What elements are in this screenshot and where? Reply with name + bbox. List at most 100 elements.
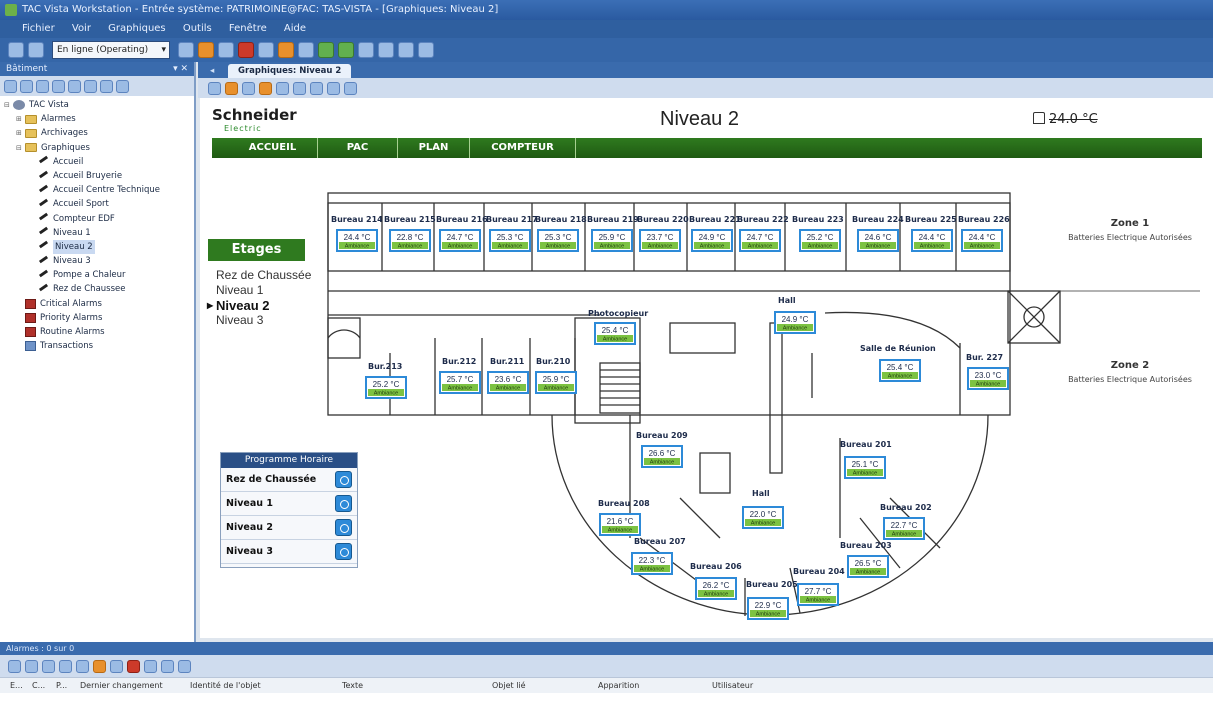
menu-file[interactable]: Fichier (22, 23, 55, 34)
tree-item-compteur-edf[interactable]: Compteur EDF (4, 212, 194, 226)
col-p[interactable]: P... (56, 681, 67, 690)
tree-item-accueil[interactable]: Accueil (4, 155, 194, 169)
refresh-icon[interactable] (84, 79, 97, 93)
zoom-in-icon[interactable] (276, 81, 289, 95)
room-sensor[interactable]: Hall 22.0 °C Ambiance (742, 489, 784, 529)
room-sensor[interactable]: Bureau 223 25.2 °C Ambiance (792, 215, 844, 252)
tree-item-critical-alarms[interactable]: Critical Alarms (4, 297, 194, 311)
note-icon[interactable] (144, 659, 157, 673)
block-icon[interactable] (76, 659, 89, 673)
tree-item-accueil-bruyerie[interactable]: Accueil Bruyerie (4, 169, 194, 183)
room-sensor[interactable]: Bur.213 25.2 °C Ambiance (365, 362, 407, 399)
tree-item-routine-alarms[interactable]: Routine Alarms (4, 325, 194, 339)
room-sensor[interactable]: Bureau 219 25.9 °C Ambiance (587, 215, 639, 252)
alarm-orange-icon[interactable] (93, 659, 106, 673)
play-icon[interactable] (198, 42, 214, 58)
tree-item-priority-alarms[interactable]: Priority Alarms (4, 311, 194, 325)
room-sensor[interactable]: Bureau 208 21.6 °C Ambiance (598, 499, 650, 536)
room-sensor[interactable]: Bureau 224 24.6 °C Ambiance (852, 215, 904, 252)
tree-item-rez-de-chaussee[interactable]: Rez de Chaussee (4, 282, 194, 296)
export-icon[interactable] (178, 659, 191, 673)
room-sensor[interactable]: Bureau 204 27.7 °C Ambiance (793, 567, 845, 606)
room-sensor[interactable]: Hall 24.9 °C Ambiance (774, 296, 816, 334)
pan-icon[interactable] (242, 81, 255, 95)
tree-item-niveau-2[interactable]: Niveau 2 (4, 239, 194, 255)
help-alarm-icon[interactable] (59, 659, 72, 673)
tree-item-pompe-a-chaleur[interactable]: Pompe a Chaleur (4, 268, 194, 282)
print-alarm-icon[interactable] (161, 659, 174, 673)
back-icon[interactable] (318, 42, 334, 58)
room-sensor[interactable]: Bureau 206 26.2 °C Ambiance (690, 562, 742, 600)
print-graphic-icon[interactable] (344, 81, 357, 95)
edit-icon[interactable] (225, 81, 238, 95)
room-sensor[interactable]: Photocopieur 25.4 °C Ambiance (588, 309, 648, 345)
tab-nav-icon[interactable]: ◂ (210, 64, 214, 78)
room-sensor[interactable]: Bur. 227 23.0 °C Ambiance (966, 353, 1009, 390)
help-icon[interactable] (418, 42, 434, 58)
alarm-blue-icon[interactable] (110, 659, 123, 673)
folder-icon[interactable] (68, 79, 81, 93)
pin-icon[interactable]: ▾ ✕ (173, 62, 188, 76)
paste-icon[interactable] (52, 79, 65, 93)
room-sensor[interactable]: Bureau 215 22.8 °C Ambiance (384, 215, 436, 252)
col-last-change[interactable]: Dernier changement (80, 681, 163, 690)
tree-item-niveau-1[interactable]: Niveau 1 (4, 226, 194, 240)
tree-item-accueil-centre-technique[interactable]: Accueil Centre Technique (4, 183, 194, 197)
tree-item-niveau-3[interactable]: Niveau 3 (4, 254, 194, 268)
room-sensor[interactable]: Bureau 207 22.3 °C Ambiance (631, 537, 686, 575)
refresh-graphic-icon[interactable] (327, 81, 340, 95)
disconnect-icon[interactable] (28, 42, 44, 58)
room-sensor[interactable]: Bureau 220 23.7 °C Ambiance (637, 215, 689, 252)
sort-icon[interactable] (42, 659, 55, 673)
room-sensor[interactable]: Bureau 202 22.7 °C Ambiance (880, 503, 932, 540)
room-sensor[interactable]: Bureau 221 24.9 °C Ambiance (689, 215, 741, 252)
zoom-out-icon[interactable] (293, 81, 306, 95)
select-icon[interactable] (208, 81, 221, 95)
room-sensor[interactable]: Bureau 203 26.5 °C Ambiance (840, 541, 892, 578)
tree-item-graphiques[interactable]: ⊟ Graphiques (4, 141, 194, 155)
tree-item-alarmes[interactable]: ⊞ Alarmes (4, 112, 194, 126)
tree-item-tac-vista[interactable]: ⊟ TAC Vista (4, 98, 194, 112)
properties-icon[interactable] (258, 42, 274, 58)
open-icon[interactable] (218, 42, 234, 58)
delete-icon[interactable] (20, 79, 33, 93)
filter-icon[interactable] (100, 79, 113, 93)
col-text[interactable]: Texte (342, 681, 363, 690)
acknowledge-icon[interactable] (8, 659, 21, 673)
room-sensor[interactable]: Bureau 225 24.4 °C Ambiance (905, 215, 957, 252)
layout-icon[interactable] (358, 42, 374, 58)
room-sensor[interactable]: Bureau 201 25.1 °C Ambiance (840, 440, 892, 479)
col-appearance[interactable]: Apparition (598, 681, 639, 690)
room-sensor[interactable]: Bureau 218 25.3 °C Ambiance (535, 215, 587, 252)
room-sensor[interactable]: Bureau 216 24.7 °C Ambiance (436, 215, 488, 252)
room-sensor[interactable]: Bureau 226 24.4 °C Ambiance (958, 215, 1010, 252)
tree-item-archivages[interactable]: ⊞ Archivages (4, 126, 194, 140)
stop-icon[interactable] (238, 42, 254, 58)
menu-view[interactable]: Voir (72, 23, 91, 34)
fit-icon[interactable] (310, 81, 323, 95)
menu-graphics[interactable]: Graphiques (108, 23, 166, 34)
col-object-identity[interactable]: Identité de l'objet (190, 681, 261, 690)
room-sensor[interactable]: Bureau 209 26.6 °C Ambiance (636, 431, 688, 468)
room-sensor[interactable]: Bureau 205 22.9 °C Ambiance (746, 580, 798, 620)
mode-select[interactable]: En ligne (Operating) (52, 41, 170, 59)
alarm-red-icon[interactable] (127, 659, 140, 673)
tree-item-transactions[interactable]: Transactions (4, 339, 194, 353)
menu-help[interactable]: Aide (284, 23, 306, 34)
menu-window[interactable]: Fenêtre (229, 23, 267, 34)
new-icon[interactable] (4, 79, 17, 93)
forward-icon[interactable] (338, 42, 354, 58)
room-sensor[interactable]: Bur.212 25.7 °C Ambiance (439, 357, 481, 394)
filter-alarm-icon[interactable] (25, 659, 38, 673)
view-icon[interactable] (116, 79, 129, 93)
col-user[interactable]: Utilisateur (712, 681, 753, 690)
split-icon[interactable] (398, 42, 414, 58)
highlight-icon[interactable] (259, 81, 272, 95)
tab-graphiques-niveau-2[interactable]: ◂ Graphiques: Niveau 2 (210, 64, 352, 78)
connect-icon[interactable] (8, 42, 24, 58)
col-linked-object[interactable]: Objet lié (492, 681, 526, 690)
dropdown-icon[interactable] (178, 42, 194, 58)
room-sensor[interactable]: Bur.211 23.6 °C Ambiance (487, 357, 529, 394)
room-sensor[interactable]: Bureau 214 24.4 °C Ambiance (331, 215, 383, 252)
tree-item-accueil-sport[interactable]: Accueil Sport (4, 197, 194, 211)
